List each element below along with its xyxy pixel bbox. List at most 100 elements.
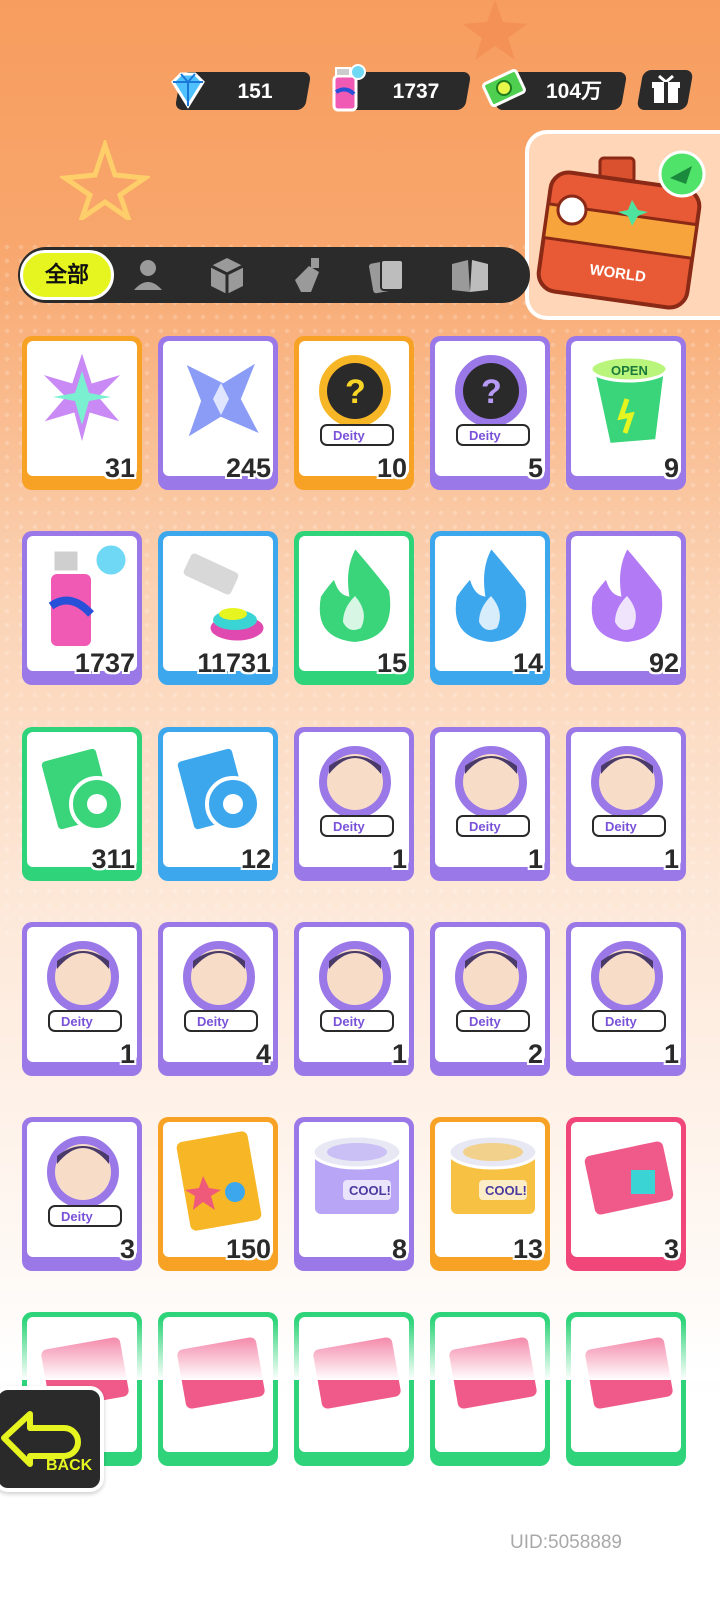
item-tag: Deity — [469, 428, 502, 443]
item-tag: Deity — [61, 1014, 94, 1029]
item-card[interactable]: Deity 1 — [294, 922, 414, 1076]
item-tag: Deity — [333, 428, 366, 443]
item-tag: COOL! — [349, 1183, 391, 1198]
purple-flame-icon — [587, 542, 667, 647]
item-tag: Deity — [333, 1014, 366, 1029]
user-id: UID:5058889 — [510, 1532, 622, 1553]
green-flame-icon — [315, 542, 395, 647]
cash-icon — [482, 69, 526, 107]
item-tag: OPEN — [611, 363, 648, 378]
item-card[interactable]: 31 — [22, 336, 142, 490]
deity-mystery-gold-icon: ? Deity — [315, 351, 395, 446]
diamond-icon — [171, 72, 205, 109]
item-count: 31 — [104, 453, 135, 483]
item-tag: Deity — [469, 1014, 502, 1029]
item-card[interactable]: 150 — [158, 1117, 278, 1271]
item-card[interactable]: Deity 4 — [158, 922, 278, 1076]
item-card[interactable]: 11731 — [158, 531, 278, 685]
item-tag: Deity — [605, 819, 638, 834]
item-tag: Deity — [605, 1014, 638, 1029]
item-count: 1 — [663, 844, 679, 874]
deity-avatar-icon: Deity — [315, 742, 395, 837]
deity-avatar-icon: Deity — [451, 937, 531, 1032]
item-count: 15 — [376, 648, 407, 678]
item-card[interactable]: 14 — [430, 531, 550, 685]
blue-star-icon — [179, 354, 268, 446]
deity-avatar-icon: Deity — [587, 742, 667, 837]
item-tag: COOL! — [485, 1183, 527, 1198]
item-count: 1 — [663, 1039, 679, 1069]
item-count: 1737 — [74, 648, 135, 678]
item-count: 1 — [527, 844, 543, 874]
item-count: 14 — [512, 648, 543, 678]
tab-all[interactable]: 全部 — [20, 250, 114, 300]
rainbow-star-icon — [33, 341, 131, 457]
back-arrow-icon: BACK — [1, 1411, 93, 1474]
item-count: 3 — [663, 1234, 679, 1264]
deity-mystery-purple-icon: ? Deity — [451, 351, 531, 446]
item-card[interactable]: Deity 1 — [430, 727, 550, 881]
box-icon[interactable] — [207, 254, 247, 296]
diamond-count: 151 — [237, 80, 273, 103]
item-card[interactable]: 15 — [294, 531, 414, 685]
item-count: 9 — [663, 453, 679, 483]
item-tag: Deity — [469, 819, 502, 834]
item-tag: Deity — [333, 819, 366, 834]
item-card[interactable]: 311 — [22, 727, 142, 881]
deity-avatar-icon: Deity — [179, 937, 259, 1032]
orange-can-icon: COOL! — [447, 1134, 539, 1218]
back-button[interactable]: BACK — [0, 1386, 104, 1492]
blue-flame-icon — [451, 542, 531, 647]
item-card[interactable]: 1737 — [22, 531, 142, 685]
deity-avatar-icon: Deity — [587, 937, 667, 1032]
item-card[interactable]: COOL! 13 — [430, 1117, 550, 1271]
item-card[interactable]: ? Deity 5 — [430, 336, 550, 490]
world-chest-icon: WORLD — [536, 150, 706, 310]
svg-text:?: ? — [345, 373, 366, 411]
item-count: 8 — [391, 1234, 407, 1264]
item-tag: Deity — [61, 1209, 94, 1224]
item-card[interactable]: Deity 3 — [22, 1117, 142, 1271]
item-count: 11731 — [197, 648, 271, 678]
item-count: 10 — [376, 453, 407, 483]
item-count: 1 — [119, 1039, 135, 1069]
person-icon[interactable] — [128, 254, 168, 296]
item-count: 3 — [119, 1234, 135, 1264]
spray-count: 1737 — [392, 80, 440, 103]
item-count: 4 — [255, 1039, 271, 1069]
item-card[interactable]: ? Deity 10 — [294, 336, 414, 490]
purple-can-icon: COOL! — [311, 1134, 403, 1218]
deity-avatar-icon: Deity — [43, 937, 123, 1032]
item-card[interactable]: 12 — [158, 727, 278, 881]
grid-fade — [0, 1320, 720, 1380]
spray-icon[interactable] — [287, 254, 327, 296]
item-count: 1 — [391, 1039, 407, 1069]
background-star-icon — [463, 0, 527, 60]
item-card[interactable]: Deity 2 — [430, 922, 550, 1076]
item-count: 92 — [648, 648, 679, 678]
item-count: 150 — [225, 1234, 271, 1264]
item-card[interactable]: Deity 1 — [566, 727, 686, 881]
book-icon[interactable] — [450, 254, 490, 296]
item-card[interactable]: 3 — [566, 1117, 686, 1271]
item-card[interactable]: 92 — [566, 531, 686, 685]
gift-icon — [652, 74, 680, 103]
pink-card-icon — [580, 1137, 678, 1219]
item-card[interactable]: OPEN 9 — [566, 336, 686, 490]
sticker-pack-icon — [172, 1127, 266, 1235]
blue-tape-icon — [173, 744, 261, 834]
cards-icon[interactable] — [367, 254, 407, 296]
item-card[interactable]: COOL! 8 — [294, 1117, 414, 1271]
item-count: 1 — [391, 844, 407, 874]
spray-can-icon — [47, 542, 129, 650]
item-tag: Deity — [197, 1014, 230, 1029]
item-count: 2 — [527, 1039, 543, 1069]
item-card[interactable]: Deity 1 — [294, 727, 414, 881]
item-card[interactable]: Deity 1 — [22, 922, 142, 1076]
spray-can-icon — [332, 64, 366, 112]
item-card[interactable]: Deity 1 — [566, 922, 686, 1076]
item-count: 311 — [91, 844, 135, 874]
back-label: BACK — [46, 1457, 93, 1474]
item-card[interactable]: 245 — [158, 336, 278, 490]
item-count: 5 — [527, 453, 543, 483]
